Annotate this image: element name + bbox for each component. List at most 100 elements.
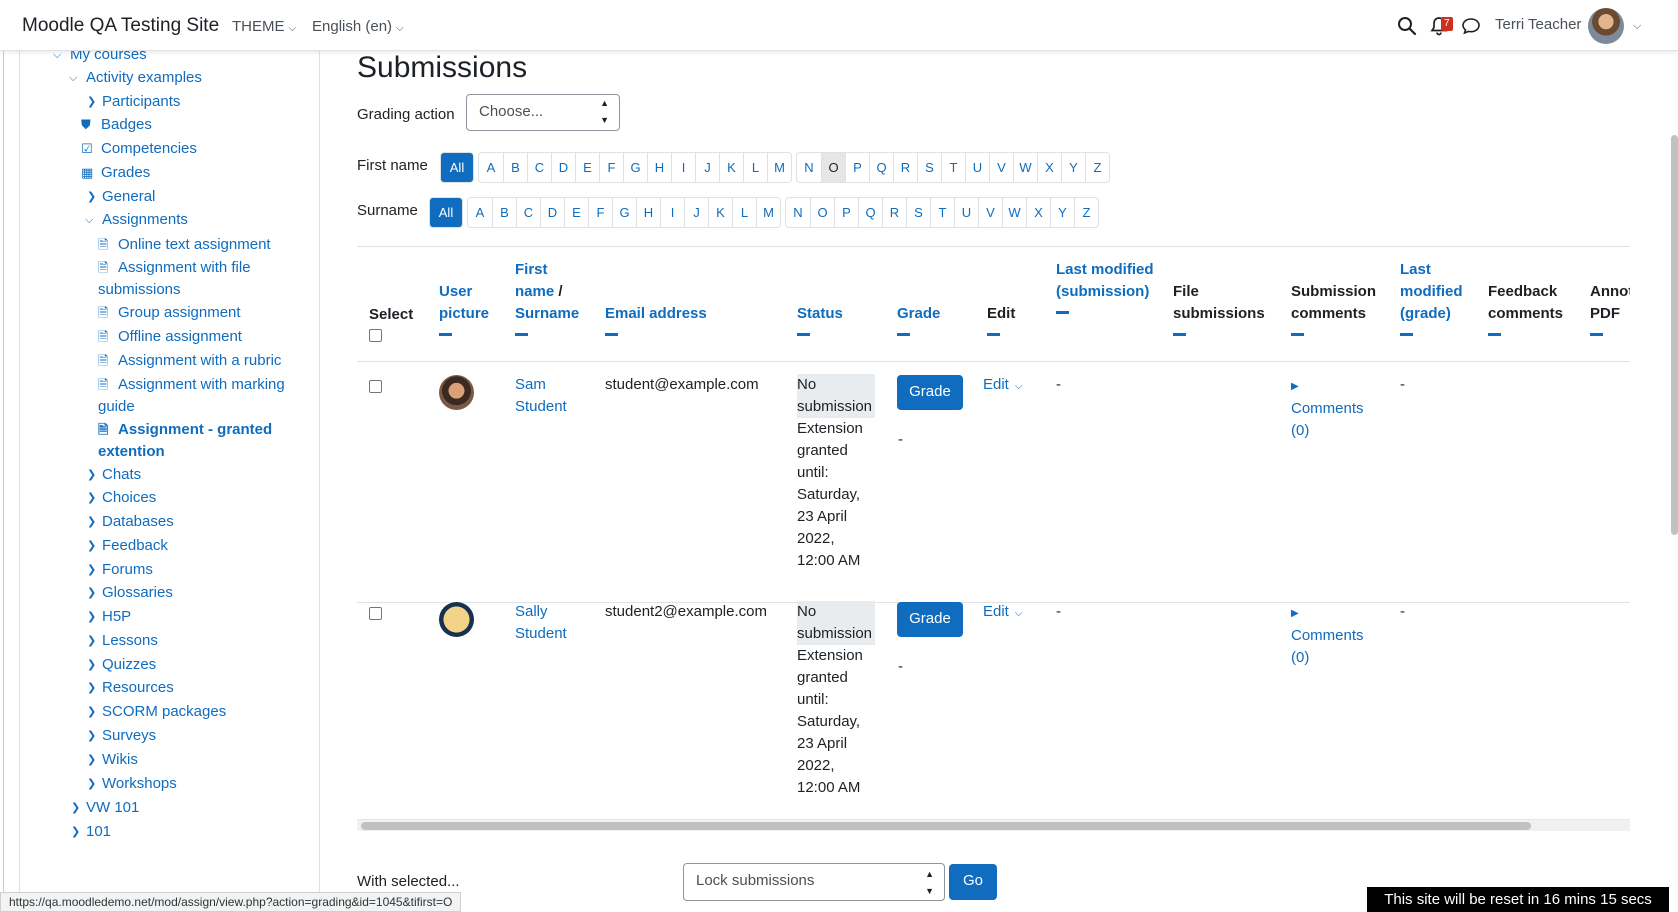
first-initial-letter[interactable]: D: [551, 153, 575, 182]
first-initial-letter[interactable]: K: [719, 153, 743, 182]
surname-initial-letter[interactable]: M: [756, 198, 780, 227]
user-fullname-link[interactable]: Sam Student: [515, 374, 585, 418]
language-menu[interactable]: English (en) ⌵: [312, 18, 404, 35]
search-icon[interactable]: [1396, 15, 1418, 37]
submission-comments-toggle[interactable]: ▶ Comments (0): [1291, 374, 1381, 442]
sort-surname-link[interactable]: Surname: [515, 305, 579, 322]
sort-first-name-link[interactable]: First name: [515, 261, 554, 300]
first-initial-letter[interactable]: X: [1037, 153, 1061, 182]
sidebar-course-vw101[interactable]: ❯ VW 101: [71, 797, 139, 819]
collapse-column-icon[interactable]: [797, 333, 810, 336]
sidebar-item-participants[interactable]: ❯ Participants: [87, 91, 180, 113]
sidebar-item-feedback[interactable]: ❯ Feedback: [87, 535, 168, 557]
sidebar-item-assignments[interactable]: ⌵ Assignments: [85, 209, 188, 231]
sidebar-item-h5p[interactable]: ❯ H5P: [87, 606, 131, 628]
sidebar-item-glossaries[interactable]: ❯ Glossaries: [87, 582, 173, 604]
header-last-modified-submission[interactable]: Last modified (submission): [1056, 259, 1156, 314]
site-name-link[interactable]: Moodle QA Testing Site: [22, 15, 219, 37]
header-last-modified-grade[interactable]: Last modified (grade): [1400, 259, 1475, 336]
header-email[interactable]: Email address: [605, 303, 707, 336]
submission-comments-toggle[interactable]: ▶ Comments (0): [1291, 601, 1381, 669]
surname-initial-letter[interactable]: B: [492, 198, 516, 227]
header-user-picture[interactable]: User picture: [439, 281, 499, 336]
sidebar-item-resources[interactable]: ❯ Resources: [87, 677, 174, 699]
sidebar-item-forums[interactable]: ❯ Forums: [87, 559, 153, 581]
user-picture[interactable]: [439, 375, 474, 410]
sidebar-item-chats[interactable]: ❯ Chats: [87, 464, 141, 486]
sidebar-assignment-group[interactable]: 🗎 Group assignment: [98, 302, 241, 324]
bulk-action-select[interactable]: Lock submissions ▲ ▼: [683, 863, 945, 901]
surname-initial-letter[interactable]: C: [516, 198, 540, 227]
surname-initial-letter[interactable]: F: [588, 198, 612, 227]
first-initial-letter[interactable]: R: [893, 153, 917, 182]
first-initial-letter[interactable]: Z: [1085, 153, 1109, 182]
grade-button[interactable]: Grade: [897, 375, 963, 410]
collapse-column-icon[interactable]: [1291, 333, 1304, 336]
surname-initial-letter[interactable]: T: [930, 198, 954, 227]
surname-initial-letter[interactable]: U: [954, 198, 978, 227]
sidebar-item-quizzes[interactable]: ❯ Quizzes: [87, 654, 156, 676]
surname-initial-letter[interactable]: N: [786, 198, 810, 227]
collapse-column-icon[interactable]: [515, 333, 528, 336]
surname-initial-letter[interactable]: H: [636, 198, 660, 227]
collapse-column-icon[interactable]: [605, 333, 618, 336]
collapse-column-icon[interactable]: [897, 333, 910, 336]
surname-initial-letter[interactable]: K: [708, 198, 732, 227]
first-initial-all[interactable]: All: [441, 153, 473, 182]
sidebar-assignment-granted-extention[interactable]: 🗎 Assignment - granted extention: [98, 419, 298, 463]
chevron-down-icon[interactable]: ⌵: [1633, 20, 1641, 33]
first-initial-letter[interactable]: B: [503, 153, 527, 182]
first-initial-letter[interactable]: H: [647, 153, 671, 182]
row-select-checkbox[interactable]: [369, 607, 382, 620]
first-initial-letter[interactable]: M: [767, 153, 791, 182]
sidebar-item-general[interactable]: ❯ General: [87, 186, 155, 208]
first-initial-letter[interactable]: T: [941, 153, 965, 182]
surname-initial-letter[interactable]: Y: [1050, 198, 1074, 227]
sidebar-item-badges[interactable]: ⛊ Badges: [81, 114, 152, 136]
first-initial-letter[interactable]: F: [599, 153, 623, 182]
user-menu-name[interactable]: Terri Teacher: [1495, 16, 1581, 33]
surname-initial-letter[interactable]: J: [684, 198, 708, 227]
scrollbar-thumb[interactable]: [361, 822, 1531, 830]
sidebar-item-my-courses[interactable]: ⌵ My courses: [53, 51, 147, 66]
surname-initial-letter[interactable]: Z: [1074, 198, 1098, 227]
go-button[interactable]: Go: [949, 864, 997, 900]
surname-initial-letter[interactable]: I: [660, 198, 684, 227]
sidebar-item-surveys[interactable]: ❯ Surveys: [87, 725, 156, 747]
user-fullname-link[interactable]: Sally Student: [515, 601, 585, 645]
sidebar-assignment-file-submissions[interactable]: 🗎 Assignment with file submissions: [98, 257, 298, 301]
collapse-column-icon[interactable]: [1488, 333, 1501, 336]
sidebar-item-workshops[interactable]: ❯ Workshops: [87, 773, 177, 795]
grading-action-select[interactable]: Choose... ▲ ▼: [466, 94, 620, 131]
sidebar-item-activity-examples[interactable]: ⌵ Activity examples: [69, 67, 202, 89]
theme-menu[interactable]: THEME ⌵: [232, 18, 296, 35]
edit-menu[interactable]: Edit ⌵: [983, 374, 1022, 398]
first-initial-letter[interactable]: Y: [1061, 153, 1085, 182]
first-initial-letter[interactable]: J: [695, 153, 719, 182]
surname-initial-letter[interactable]: S: [906, 198, 930, 227]
first-initial-letter[interactable]: V: [989, 153, 1013, 182]
first-initial-letter[interactable]: Q: [869, 153, 893, 182]
edit-menu[interactable]: Edit ⌵: [983, 601, 1022, 625]
first-initial-letter[interactable]: L: [743, 153, 767, 182]
surname-initial-letter[interactable]: E: [564, 198, 588, 227]
surname-initial-letter[interactable]: L: [732, 198, 756, 227]
collapse-column-icon[interactable]: [439, 333, 452, 336]
sidebar-item-lessons[interactable]: ❯ Lessons: [87, 630, 158, 652]
user-avatar[interactable]: [1588, 8, 1624, 44]
surname-initial-letter[interactable]: A: [468, 198, 492, 227]
surname-initial-letter[interactable]: G: [612, 198, 636, 227]
collapse-column-icon[interactable]: [1590, 333, 1603, 336]
header-status[interactable]: Status: [797, 303, 843, 336]
sidebar-assignment-marking-guide[interactable]: 🗎 Assignment with marking guide: [98, 374, 303, 418]
sidebar-item-scorm-packages[interactable]: ❯ SCORM packages: [87, 701, 226, 723]
sidebar-item-grades[interactable]: ▦ Grades: [81, 162, 150, 184]
header-grade[interactable]: Grade: [897, 303, 940, 336]
sidebar-item-choices[interactable]: ❯ Choices: [87, 487, 156, 509]
grade-button[interactable]: Grade: [897, 602, 963, 637]
first-initial-letter[interactable]: E: [575, 153, 599, 182]
surname-initial-all[interactable]: All: [430, 198, 462, 227]
first-initial-letter[interactable]: U: [965, 153, 989, 182]
first-initial-letter[interactable]: G: [623, 153, 647, 182]
chat-bubble-icon[interactable]: [1460, 15, 1482, 37]
